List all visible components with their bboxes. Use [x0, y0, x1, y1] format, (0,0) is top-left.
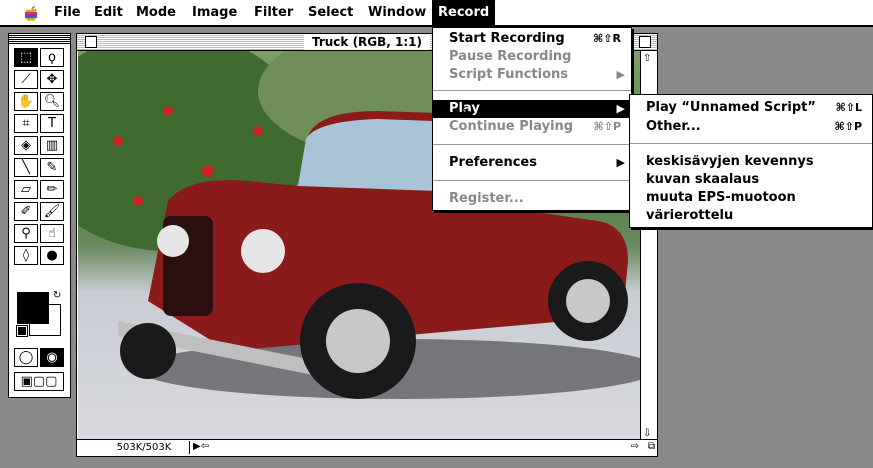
magic-wand-tool-icon[interactable]: ⟋	[14, 70, 38, 89]
shortcut-label: ⌘⇧P	[834, 120, 862, 133]
blur-tool-icon[interactable]: ◊	[14, 246, 38, 265]
submenu-arrow-icon: ▶	[616, 68, 625, 81]
zoom-tool-icon[interactable]: 🔍︎	[40, 92, 64, 111]
submenu-arrow-icon: ▶	[616, 102, 625, 115]
scroll-down-arrow-icon[interactable]: ⇩	[643, 428, 651, 439]
scroll-right-arrow-icon[interactable]: ⇨	[631, 441, 639, 452]
size-popup-arrow-icon[interactable]: ▶⇦	[193, 441, 209, 452]
play-submenu: Play “Unnamed Script” ⌘⇧L Other... ⌘⇧P k…	[629, 94, 873, 228]
pause-recording-item: Pause Recording	[449, 49, 572, 64]
menu-separator	[433, 90, 631, 91]
menu-mode[interactable]: Mode	[130, 0, 182, 25]
scroll-up-arrow-icon[interactable]: ⇧	[643, 53, 651, 64]
airbrush-tool-icon[interactable]: ✐	[14, 202, 38, 221]
menu-filter[interactable]: Filter	[248, 0, 299, 25]
menu-select[interactable]: Select	[302, 0, 359, 25]
brush-tool-icon[interactable]: 🖌︎	[40, 202, 64, 221]
script-item[interactable]: keskisävyjen kevennys	[630, 153, 872, 171]
menu-separator	[433, 144, 631, 145]
shortcut-label: ⌘⇧L	[835, 101, 862, 114]
zoom-box-icon[interactable]	[639, 36, 651, 48]
dodge-tool-icon[interactable]: ●	[40, 246, 64, 265]
rubber-stamp-tool-icon[interactable]: ⚲	[14, 224, 38, 243]
submenu-arrow-icon: ▶	[616, 156, 625, 169]
quick-mask-mode-icon[interactable]: ◉	[40, 348, 64, 367]
document-title: Truck (RGB, 1:1)	[303, 34, 431, 50]
paint-bucket-tool-icon[interactable]: ◈	[14, 136, 38, 155]
lasso-tool-icon[interactable]: ϙ	[40, 48, 64, 67]
type-tool-icon[interactable]: T	[40, 114, 64, 133]
preferences-item[interactable]: Preferences ▶	[433, 154, 631, 172]
crop-tool-icon[interactable]: ⌗	[14, 114, 38, 133]
screen-mode-icons[interactable]: ▣▢▢	[14, 372, 64, 391]
play-unnamed-script-item[interactable]: Play “Unnamed Script” ⌘⇧L	[630, 99, 872, 117]
menu-separator	[630, 143, 872, 144]
horizontal-scrollbar[interactable]: 503K/503K ▶⇦ ⇨ ⧉	[77, 439, 657, 456]
menu-bar: File Edit Mode Image Filter Select Windo…	[0, 0, 873, 27]
register-item: Register...	[449, 191, 524, 206]
mouse-pointer-icon: ➤	[462, 104, 475, 122]
eraser-tool-icon[interactable]: ▱	[14, 180, 38, 199]
eyedropper-tool-icon[interactable]: ✎	[40, 158, 64, 177]
pencil-tool-icon[interactable]: ✏	[40, 180, 64, 199]
document-size-readout[interactable]: 503K/503K	[99, 441, 190, 454]
menu-edit[interactable]: Edit	[88, 0, 129, 25]
script-item[interactable]: muuta EPS-muotoon	[630, 189, 872, 207]
play-other-item[interactable]: Other... ⌘⇧P	[630, 118, 872, 136]
standard-mode-icon[interactable]: ◯	[14, 348, 38, 367]
foreground-color-swatch[interactable]	[17, 292, 49, 324]
smudge-tool-icon[interactable]: ☝	[40, 224, 64, 243]
hand-tool-icon[interactable]: ✋	[14, 92, 38, 111]
menu-record[interactable]: Record	[432, 0, 496, 25]
apple-menu-icon[interactable]	[22, 4, 40, 22]
start-recording-item[interactable]: Start Recording ⌘⇧R	[433, 30, 631, 48]
default-colors-icon[interactable]	[16, 325, 28, 337]
menu-separator	[433, 180, 631, 181]
swap-colors-icon[interactable]: ↻	[53, 290, 61, 301]
menu-window[interactable]: Window	[362, 0, 432, 25]
script-item[interactable]: kuvan skaalaus	[630, 171, 872, 189]
toolbox-titlebar[interactable]	[9, 34, 70, 44]
menu-file[interactable]: File	[48, 0, 87, 25]
shortcut-label: ⌘⇧P	[593, 120, 621, 133]
line-tool-icon[interactable]: ╲	[14, 158, 38, 177]
shortcut-label: ⌘⇧R	[593, 32, 621, 45]
marquee-tool-icon[interactable]: ⬚	[14, 48, 38, 67]
resize-box-icon[interactable]: ⧉	[648, 441, 655, 452]
close-box-icon[interactable]	[85, 36, 97, 48]
move-tool-icon[interactable]: ✥	[40, 70, 64, 89]
script-item[interactable]: värierottelu	[630, 207, 872, 225]
gradient-tool-icon[interactable]: ▥	[40, 136, 64, 155]
toolbox: ⬚ ϙ ⟋ ✥ ✋ 🔍︎ ⌗ T ◈ ▥ ╲ ✎ ▱ ✏ ✐ 🖌︎ ⚲ ☝ ◊ …	[8, 33, 71, 398]
script-functions-item[interactable]: Script Functions ▶	[433, 66, 631, 84]
menu-image[interactable]: Image	[186, 0, 243, 25]
